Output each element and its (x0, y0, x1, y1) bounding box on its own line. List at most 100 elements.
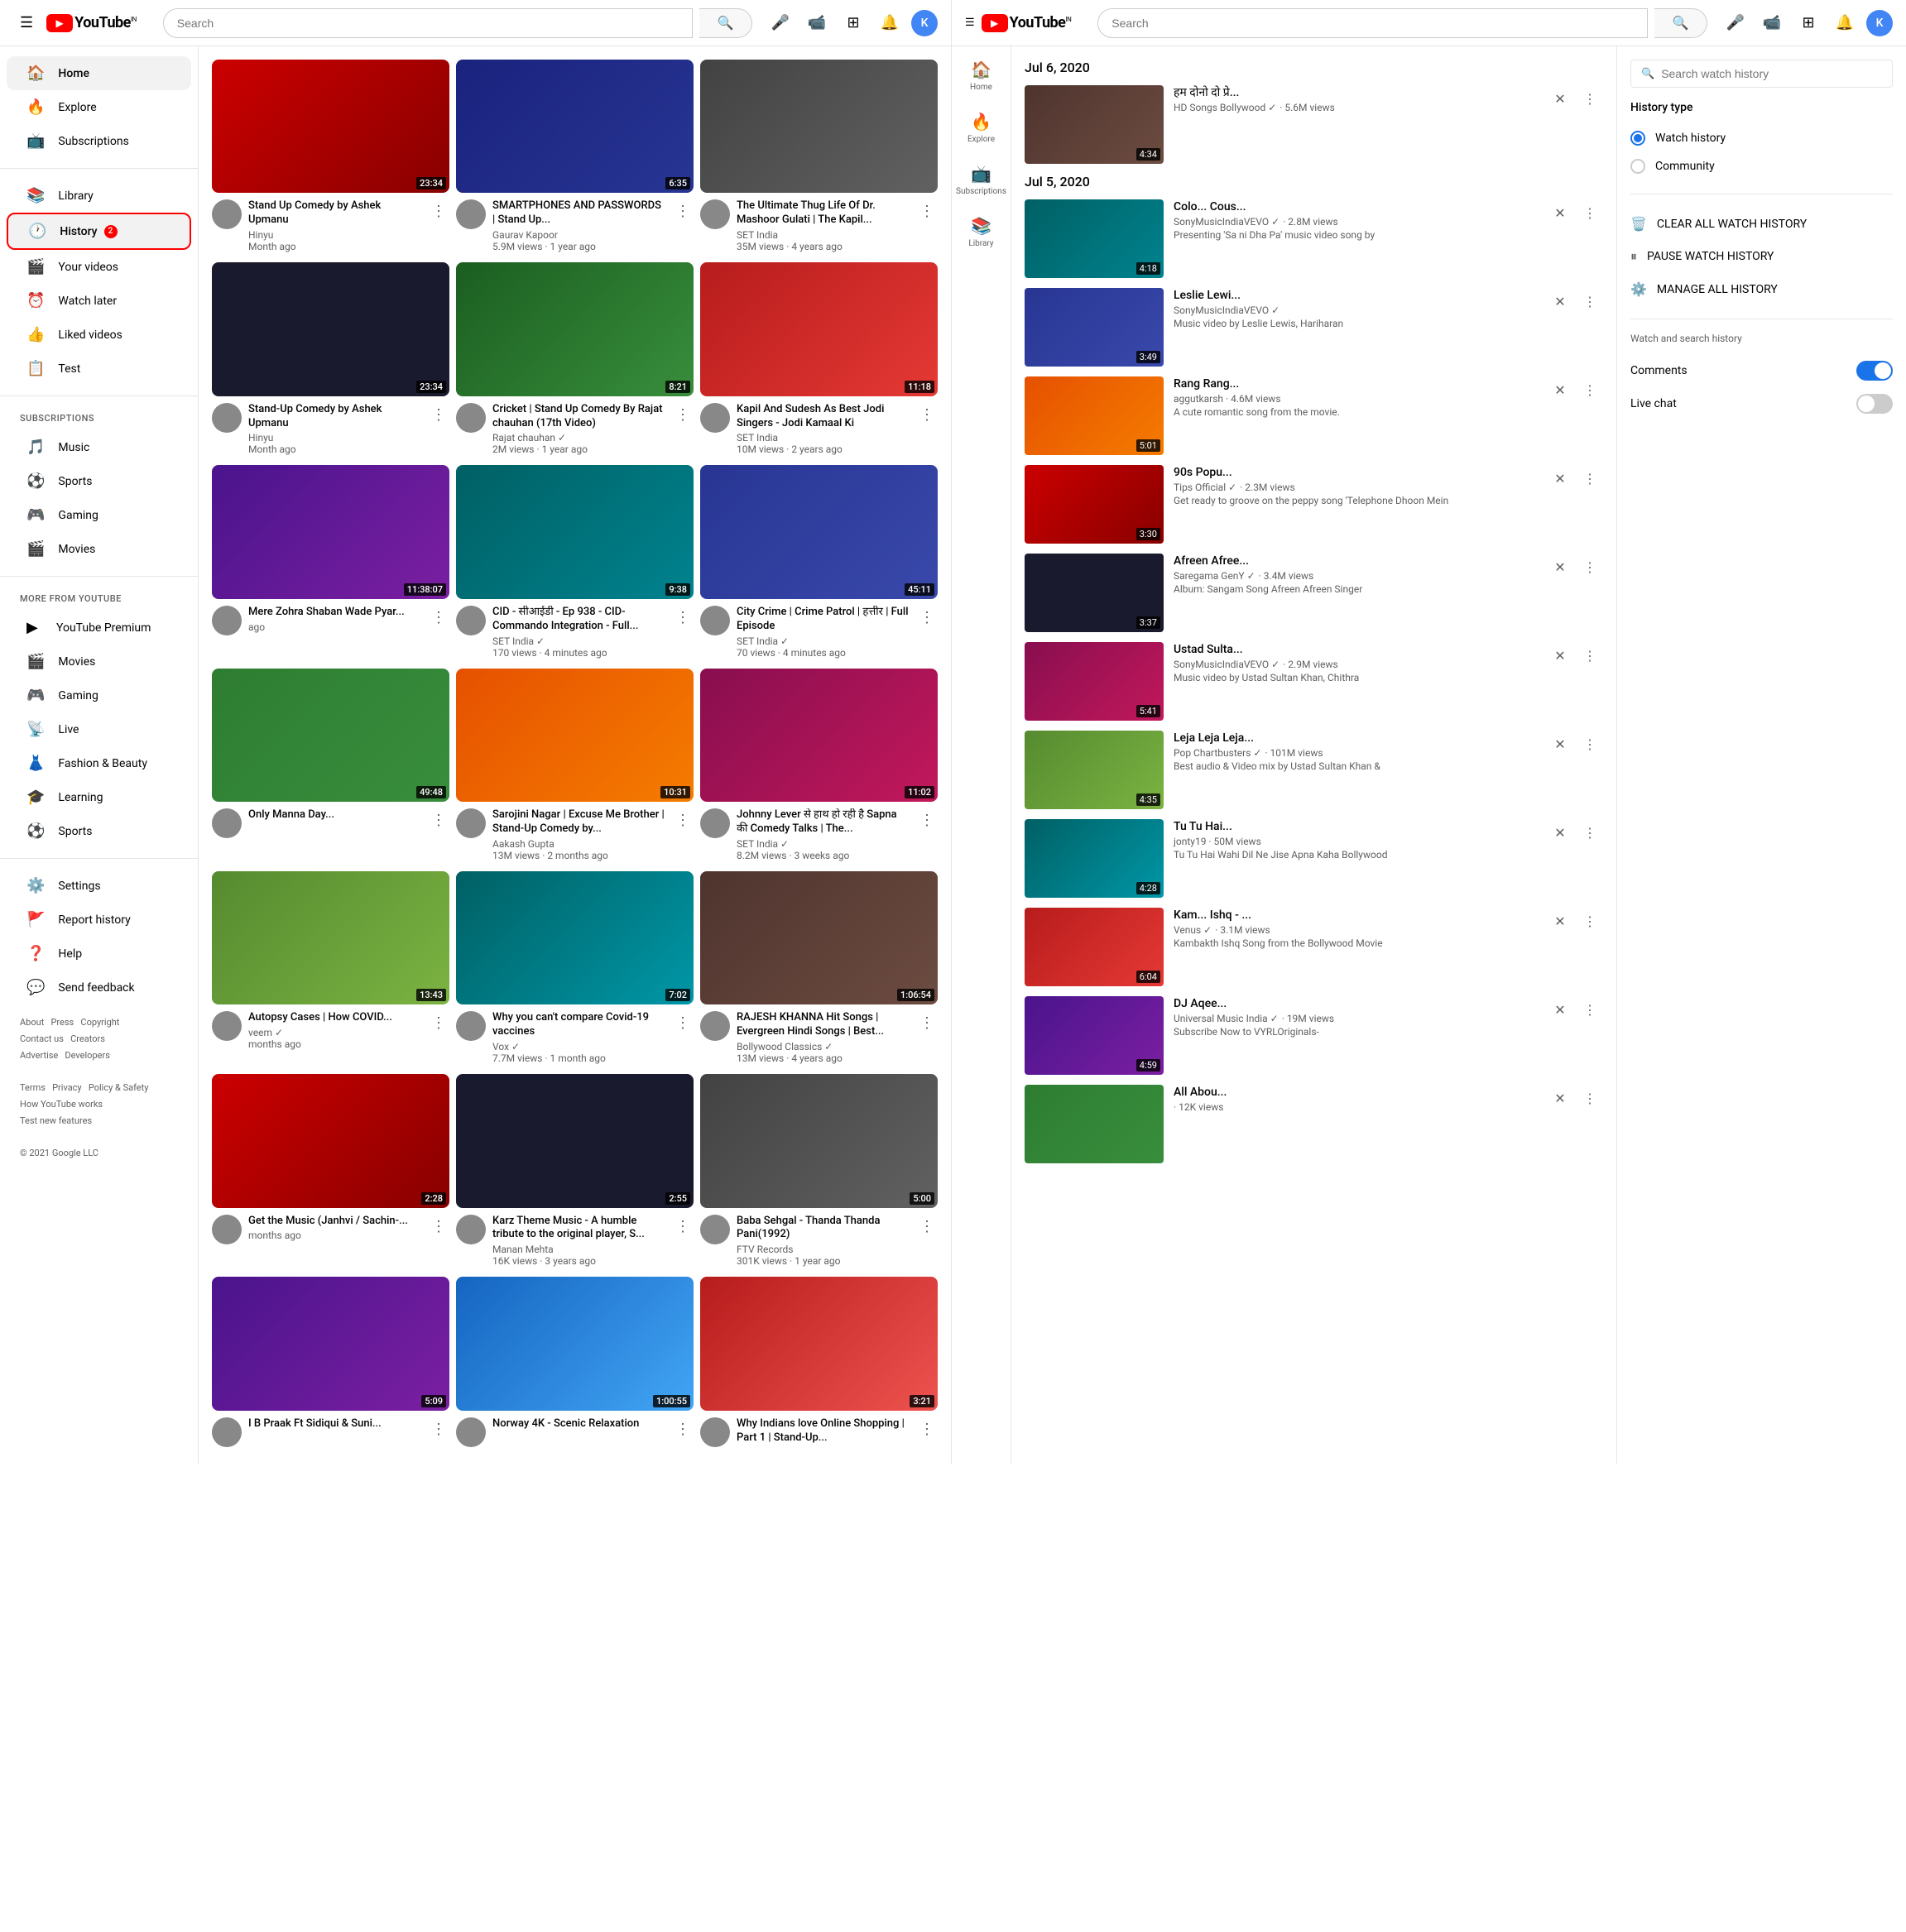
sidebar-item-learning[interactable]: 🎓 Learning (7, 780, 191, 814)
comments-toggle[interactable] (1856, 361, 1893, 381)
video-more-btn[interactable]: ⋮ (428, 606, 449, 635)
video-more-btn[interactable]: ⋮ (916, 1011, 938, 1064)
wh-option-community[interactable]: Community (1630, 152, 1893, 180)
video-card[interactable]: 23:34 Stand Up Comedy by Ashek Upmanu Hi… (212, 60, 449, 256)
sidebar-item-explore[interactable]: 🔥 Explore (7, 90, 191, 124)
sidebar-item-subscriptions[interactable]: 📺 Subscriptions (7, 124, 191, 158)
video-card[interactable]: 3:21 Why Indians love Online Shopping | … (700, 1277, 938, 1450)
history-item[interactable]: 3:30 90s Popu... Tips Official ✓ · 2.3M … (1025, 465, 1603, 544)
sidebar-item-help[interactable]: ❓ Help (7, 937, 191, 971)
sidebar-item-premium[interactable]: ▶ YouTube Premium (7, 611, 191, 645)
rs-item-subscriptions[interactable]: 📺 Subscriptions (952, 157, 1011, 203)
live-chat-toggle[interactable] (1856, 394, 1893, 414)
history-item[interactable]: All Abou... · 12K views ✕ ⋮ (1025, 1085, 1603, 1163)
clear-watch-history-btn[interactable]: 🗑️ CLEAR ALL WATCH HISTORY (1630, 208, 1893, 240)
grid-icon-right[interactable]: ⊞ (1793, 8, 1823, 38)
video-card[interactable]: 6:35 SMARTPHONES AND PASSWORDS | Stand U… (456, 60, 694, 256)
history-item[interactable]: 6:04 Kam... Ishq - ... Venus ✓ · 3.1M vi… (1025, 908, 1603, 986)
history-remove-btn[interactable]: ✕ (1547, 1085, 1573, 1111)
sidebar-item-gaming2[interactable]: 🎮 Gaming (7, 678, 191, 712)
history-more-btn[interactable]: ⋮ (1577, 996, 1603, 1023)
video-card[interactable]: 23:34 Stand-Up Comedy by Ashek Upmanu Hi… (212, 262, 449, 458)
video-more-btn[interactable]: ⋮ (428, 403, 449, 456)
history-item[interactable]: 4:28 Tu Tu Hai... jonty19 · 50M views Tu… (1025, 819, 1603, 898)
video-more-btn[interactable]: ⋮ (672, 1417, 694, 1447)
video-card[interactable]: 5:09 I B Praak Ft Sidiqui & Suni... ⋮ (212, 1277, 449, 1450)
video-card[interactable]: 8:21 Cricket | Stand Up Comedy By Rajat … (456, 262, 694, 458)
rs-item-library[interactable]: 📚 Library (952, 209, 1011, 255)
video-more-btn[interactable]: ⋮ (916, 199, 938, 252)
pause-watch-history-btn[interactable]: ⏸ PAUSE WATCH HISTORY (1630, 240, 1893, 273)
video-more-btn[interactable]: ⋮ (672, 199, 694, 252)
sidebar-item-fashion[interactable]: 👗 Fashion & Beauty (7, 746, 191, 780)
hamburger-menu-left[interactable]: ☰ (13, 7, 40, 38)
history-remove-btn[interactable]: ✕ (1547, 288, 1573, 314)
video-card[interactable]: 5:00 Baba Sehgal - Thanda Thanda Pani(19… (700, 1074, 938, 1270)
history-remove-btn[interactable]: ✕ (1547, 554, 1573, 580)
video-card[interactable]: 13:43 Autopsy Cases | How COVID... veem … (212, 871, 449, 1067)
video-card[interactable]: 2:55 Karz Theme Music - A humble tribute… (456, 1074, 694, 1270)
wh-search-box[interactable]: 🔍 (1630, 60, 1893, 88)
sidebar-item-movies[interactable]: 🎬 Movies (7, 532, 191, 566)
wh-search-input[interactable] (1661, 67, 1882, 80)
video-more-btn[interactable]: ⋮ (672, 606, 694, 659)
history-more-btn[interactable]: ⋮ (1577, 642, 1603, 669)
history-remove-btn[interactable]: ✕ (1547, 642, 1573, 669)
video-card[interactable]: 7:02 Why you can't compare Covid-19 vacc… (456, 871, 694, 1067)
sidebar-item-sports2[interactable]: ⚽ Sports (7, 814, 191, 848)
history-item[interactable]: 4:59 DJ Aqee... Universal Music India ✓ … (1025, 996, 1603, 1075)
history-more-btn[interactable]: ⋮ (1577, 1085, 1603, 1111)
video-card[interactable]: 2:28 Get the Music (Janhvi / Sachin-... … (212, 1074, 449, 1270)
history-item[interactable]: 3:49 Leslie Lewi... SonyMusicIndiaVEVO ✓… (1025, 288, 1603, 367)
sidebar-item-feedback[interactable]: 💬 Send feedback (7, 971, 191, 1004)
sidebar-item-live[interactable]: 📡 Live (7, 712, 191, 746)
search-bar-right[interactable] (1097, 8, 1648, 38)
video-icon-left[interactable]: 📹 (802, 8, 832, 38)
history-more-btn[interactable]: ⋮ (1577, 465, 1603, 491)
logo-left[interactable]: YouTubeIN (46, 14, 137, 32)
video-card[interactable]: 11:38:07 Mere Zohra Shaban Wade Pyar... … (212, 465, 449, 661)
sidebar-item-gaming[interactable]: 🎮 Gaming (7, 498, 191, 532)
sidebar-item-sports[interactable]: ⚽ Sports (7, 464, 191, 498)
grid-icon-left[interactable]: ⊞ (838, 8, 868, 38)
avatar-right[interactable]: K (1866, 10, 1893, 36)
history-remove-btn[interactable]: ✕ (1547, 731, 1573, 757)
sidebar-item-test[interactable]: 📋 Test (7, 352, 191, 386)
video-card[interactable]: 49:48 Only Manna Day... ⋮ (212, 669, 449, 865)
history-item[interactable]: 5:41 Ustad Sulta... SonyMusicIndiaVEVO ✓… (1025, 642, 1603, 721)
history-remove-btn[interactable]: ✕ (1547, 908, 1573, 934)
video-more-btn[interactable]: ⋮ (428, 199, 449, 252)
rs-item-explore[interactable]: 🔥 Explore (952, 105, 1011, 151)
history-remove-btn[interactable]: ✕ (1547, 376, 1573, 403)
history-item[interactable]: 5:01 Rang Rang... aggutkarsh · 4.6M view… (1025, 376, 1603, 455)
rs-item-home[interactable]: 🏠 Home (952, 53, 1011, 98)
video-more-btn[interactable]: ⋮ (672, 1011, 694, 1064)
video-card[interactable]: 45:11 City Crime | Crime Patrol | हत्तीर… (700, 465, 938, 661)
hamburger-menu-right[interactable]: ☰ (965, 17, 975, 29)
video-more-btn[interactable]: ⋮ (916, 1417, 938, 1447)
sidebar-item-liked-videos[interactable]: 👍 Liked videos (7, 318, 191, 352)
video-card[interactable]: 11:18 Kapil And Sudesh As Best Jodi Sing… (700, 262, 938, 458)
sidebar-item-report[interactable]: 🚩 Report history (7, 903, 191, 937)
history-remove-btn[interactable]: ✕ (1547, 199, 1573, 226)
bell-icon-right[interactable]: 🔔 (1830, 8, 1860, 38)
sidebar-item-movies2[interactable]: 🎬 Movies (7, 645, 191, 678)
video-more-btn[interactable]: ⋮ (672, 403, 694, 456)
history-more-btn[interactable]: ⋮ (1577, 376, 1603, 403)
video-more-btn[interactable]: ⋮ (428, 1417, 449, 1447)
video-card[interactable]: 1:00:55 Norway 4K - Scenic Relaxation ⋮ (456, 1277, 694, 1450)
search-button-right[interactable]: 🔍 (1654, 8, 1707, 38)
search-button-left[interactable]: 🔍 (699, 8, 752, 38)
history-more-btn[interactable]: ⋮ (1577, 554, 1603, 580)
history-remove-btn[interactable]: ✕ (1547, 996, 1573, 1023)
video-more-btn[interactable]: ⋮ (916, 1215, 938, 1268)
history-more-btn[interactable]: ⋮ (1577, 819, 1603, 846)
history-item[interactable]: 4:35 Leja Leja Leja... Pop Chartbusters … (1025, 731, 1603, 809)
history-remove-btn[interactable]: ✕ (1547, 819, 1573, 846)
history-item[interactable]: 4:18 Colo... Cous... SonyMusicIndiaVEVO … (1025, 199, 1603, 278)
video-card[interactable]: 10:31 Sarojini Nagar | Excuse Me Brother… (456, 669, 694, 865)
video-card[interactable]: 9:38 CID - सीआईडी - Ep 938 - CID-Command… (456, 465, 694, 661)
video-card[interactable]: 11:02 Johnny Lever से हाथ हो रही है Sapn… (700, 669, 938, 865)
history-more-btn[interactable]: ⋮ (1577, 85, 1603, 112)
search-input-right[interactable] (1098, 17, 1647, 30)
